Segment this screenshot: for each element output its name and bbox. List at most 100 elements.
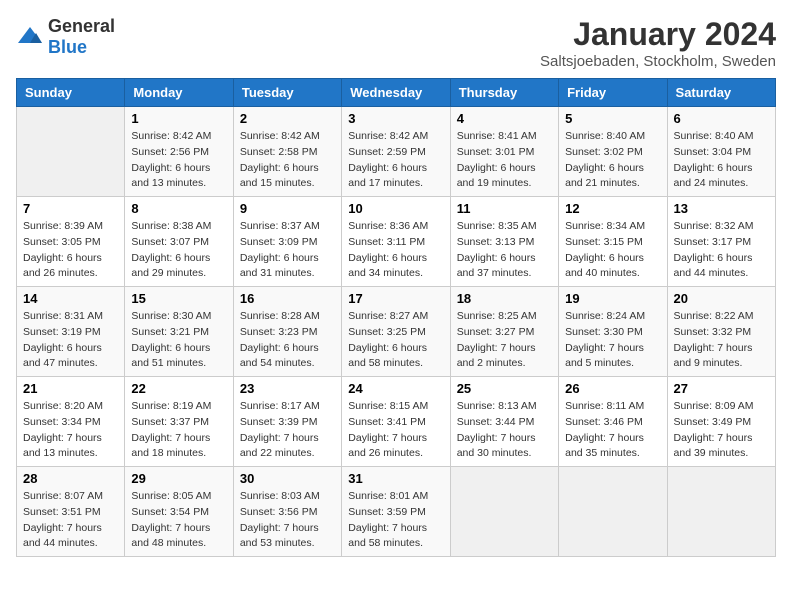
month-year: January 2024 — [540, 16, 776, 53]
day-number: 29 — [131, 471, 226, 486]
day-number: 3 — [348, 111, 443, 126]
day-number: 18 — [457, 291, 552, 306]
day-info: Sunrise: 8:32 AMSunset: 3:17 PMDaylight:… — [674, 219, 769, 282]
day-info: Sunrise: 8:30 AMSunset: 3:21 PMDaylight:… — [131, 309, 226, 372]
calendar-cell: 29 Sunrise: 8:05 AMSunset: 3:54 PMDayligh… — [125, 467, 233, 557]
day-number: 19 — [565, 291, 660, 306]
calendar-cell: 25 Sunrise: 8:13 AMSunset: 3:44 PMDayligh… — [450, 377, 558, 467]
day-info: Sunrise: 8:19 AMSunset: 3:37 PMDaylight:… — [131, 399, 226, 462]
day-info: Sunrise: 8:20 AMSunset: 3:34 PMDaylight:… — [23, 399, 118, 462]
day-number: 13 — [674, 201, 769, 216]
day-info: Sunrise: 8:41 AMSunset: 3:01 PMDaylight:… — [457, 129, 552, 192]
day-number: 22 — [131, 381, 226, 396]
logo-icon — [16, 25, 44, 49]
day-number: 10 — [348, 201, 443, 216]
day-info: Sunrise: 8:31 AMSunset: 3:19 PMDaylight:… — [23, 309, 118, 372]
calendar-cell: 28 Sunrise: 8:07 AMSunset: 3:51 PMDayligh… — [17, 467, 125, 557]
day-info: Sunrise: 8:42 AMSunset: 2:56 PMDaylight:… — [131, 129, 226, 192]
calendar-cell: 4 Sunrise: 8:41 AMSunset: 3:01 PMDaylight… — [450, 107, 558, 197]
calendar-cell: 24 Sunrise: 8:15 AMSunset: 3:41 PMDayligh… — [342, 377, 450, 467]
day-info: Sunrise: 8:28 AMSunset: 3:23 PMDaylight:… — [240, 309, 335, 372]
day-info: Sunrise: 8:03 AMSunset: 3:56 PMDaylight:… — [240, 489, 335, 552]
day-info: Sunrise: 8:05 AMSunset: 3:54 PMDaylight:… — [131, 489, 226, 552]
calendar-cell: 18 Sunrise: 8:25 AMSunset: 3:27 PMDayligh… — [450, 287, 558, 377]
day-number: 16 — [240, 291, 335, 306]
day-number: 7 — [23, 201, 118, 216]
weekday-header-row: SundayMondayTuesdayWednesdayThursdayFrid… — [17, 79, 776, 107]
weekday-header-thursday: Thursday — [450, 79, 558, 107]
day-number: 5 — [565, 111, 660, 126]
calendar-cell: 3 Sunrise: 8:42 AMSunset: 2:59 PMDaylight… — [342, 107, 450, 197]
day-info: Sunrise: 8:35 AMSunset: 3:13 PMDaylight:… — [457, 219, 552, 282]
day-number: 9 — [240, 201, 335, 216]
day-info: Sunrise: 8:13 AMSunset: 3:44 PMDaylight:… — [457, 399, 552, 462]
calendar-cell: 14 Sunrise: 8:31 AMSunset: 3:19 PMDayligh… — [17, 287, 125, 377]
calendar-week-4: 21 Sunrise: 8:20 AMSunset: 3:34 PMDayligh… — [17, 377, 776, 467]
calendar-week-3: 14 Sunrise: 8:31 AMSunset: 3:19 PMDayligh… — [17, 287, 776, 377]
day-info: Sunrise: 8:17 AMSunset: 3:39 PMDaylight:… — [240, 399, 335, 462]
calendar-cell: 27 Sunrise: 8:09 AMSunset: 3:49 PMDayligh… — [667, 377, 775, 467]
title-area: January 2024 Saltsjoebaden, Stockholm, S… — [540, 16, 776, 70]
logo-text: General Blue — [48, 16, 115, 58]
calendar-cell: 2Sunrise: 8:42 AMSunset: 2:58 PMDaylight… — [233, 107, 341, 197]
day-info: Sunrise: 8:09 AMSunset: 3:49 PMDaylight:… — [674, 399, 769, 462]
day-number: 8 — [131, 201, 226, 216]
calendar-cell: 23 Sunrise: 8:17 AMSunset: 3:39 PMDayligh… — [233, 377, 341, 467]
day-number: 17 — [348, 291, 443, 306]
weekday-header-monday: Monday — [125, 79, 233, 107]
calendar-cell: 17 Sunrise: 8:27 AMSunset: 3:25 PMDayligh… — [342, 287, 450, 377]
day-info: Sunrise: 8:40 AMSunset: 3:04 PMDaylight:… — [674, 129, 769, 192]
day-number: 21 — [23, 381, 118, 396]
day-info: Sunrise: 8:07 AMSunset: 3:51 PMDaylight:… — [23, 489, 118, 552]
day-number: 11 — [457, 201, 552, 216]
day-info: Sunrise: 8:40 AMSunset: 3:02 PMDaylight:… — [565, 129, 660, 192]
weekday-header-sunday: Sunday — [17, 79, 125, 107]
day-info: Sunrise: 8:25 AMSunset: 3:27 PMDaylight:… — [457, 309, 552, 372]
calendar-cell: 31 Sunrise: 8:01 AMSunset: 3:59 PMDayligh… — [342, 467, 450, 557]
calendar-cell: 6Sunrise: 8:40 AMSunset: 3:04 PMDaylight… — [667, 107, 775, 197]
header: General Blue January 2024 Saltsjoebaden,… — [16, 16, 776, 70]
calendar-cell — [450, 467, 558, 557]
calendar-cell — [667, 467, 775, 557]
day-info: Sunrise: 8:42 AMSunset: 2:58 PMDaylight:… — [240, 129, 335, 192]
calendar-cell: 15Sunrise: 8:30 AMSunset: 3:21 PMDayligh… — [125, 287, 233, 377]
calendar-cell: 8 Sunrise: 8:38 AMSunset: 3:07 PMDaylight… — [125, 197, 233, 287]
calendar-week-5: 28 Sunrise: 8:07 AMSunset: 3:51 PMDayligh… — [17, 467, 776, 557]
day-info: Sunrise: 8:42 AMSunset: 2:59 PMDaylight:… — [348, 129, 443, 192]
calendar-cell: 9Sunrise: 8:37 AMSunset: 3:09 PMDaylight… — [233, 197, 341, 287]
day-info: Sunrise: 8:01 AMSunset: 3:59 PMDaylight:… — [348, 489, 443, 552]
day-number: 28 — [23, 471, 118, 486]
calendar-cell — [559, 467, 667, 557]
day-number: 12 — [565, 201, 660, 216]
day-number: 23 — [240, 381, 335, 396]
calendar-week-1: 1 Sunrise: 8:42 AMSunset: 2:56 PMDaylight… — [17, 107, 776, 197]
day-number: 25 — [457, 381, 552, 396]
calendar-cell — [17, 107, 125, 197]
day-info: Sunrise: 8:24 AMSunset: 3:30 PMDaylight:… — [565, 309, 660, 372]
day-number: 1 — [131, 111, 226, 126]
day-number: 14 — [23, 291, 118, 306]
calendar-cell: 30 Sunrise: 8:03 AMSunset: 3:56 PMDayligh… — [233, 467, 341, 557]
day-info: Sunrise: 8:34 AMSunset: 3:15 PMDaylight:… — [565, 219, 660, 282]
day-number: 24 — [348, 381, 443, 396]
calendar-header: SundayMondayTuesdayWednesdayThursdayFrid… — [17, 79, 776, 107]
day-number: 4 — [457, 111, 552, 126]
day-info: Sunrise: 8:15 AMSunset: 3:41 PMDaylight:… — [348, 399, 443, 462]
day-info: Sunrise: 8:38 AMSunset: 3:07 PMDaylight:… — [131, 219, 226, 282]
logo-blue: Blue — [48, 37, 87, 57]
day-info: Sunrise: 8:36 AMSunset: 3:11 PMDaylight:… — [348, 219, 443, 282]
day-number: 26 — [565, 381, 660, 396]
day-info: Sunrise: 8:27 AMSunset: 3:25 PMDaylight:… — [348, 309, 443, 372]
calendar-cell: 19 Sunrise: 8:24 AMSunset: 3:30 PMDayligh… — [559, 287, 667, 377]
calendar-cell: 22 Sunrise: 8:19 AMSunset: 3:37 PMDayligh… — [125, 377, 233, 467]
calendar-cell: 7Sunrise: 8:39 AMSunset: 3:05 PMDaylight… — [17, 197, 125, 287]
day-number: 31 — [348, 471, 443, 486]
weekday-header-saturday: Saturday — [667, 79, 775, 107]
day-number: 30 — [240, 471, 335, 486]
weekday-header-wednesday: Wednesday — [342, 79, 450, 107]
calendar-cell: 1 Sunrise: 8:42 AMSunset: 2:56 PMDaylight… — [125, 107, 233, 197]
calendar-cell: 10 Sunrise: 8:36 AMSunset: 3:11 PMDayligh… — [342, 197, 450, 287]
day-number: 27 — [674, 381, 769, 396]
day-number: 20 — [674, 291, 769, 306]
calendar-cell: 26Sunrise: 8:11 AMSunset: 3:46 PMDayligh… — [559, 377, 667, 467]
